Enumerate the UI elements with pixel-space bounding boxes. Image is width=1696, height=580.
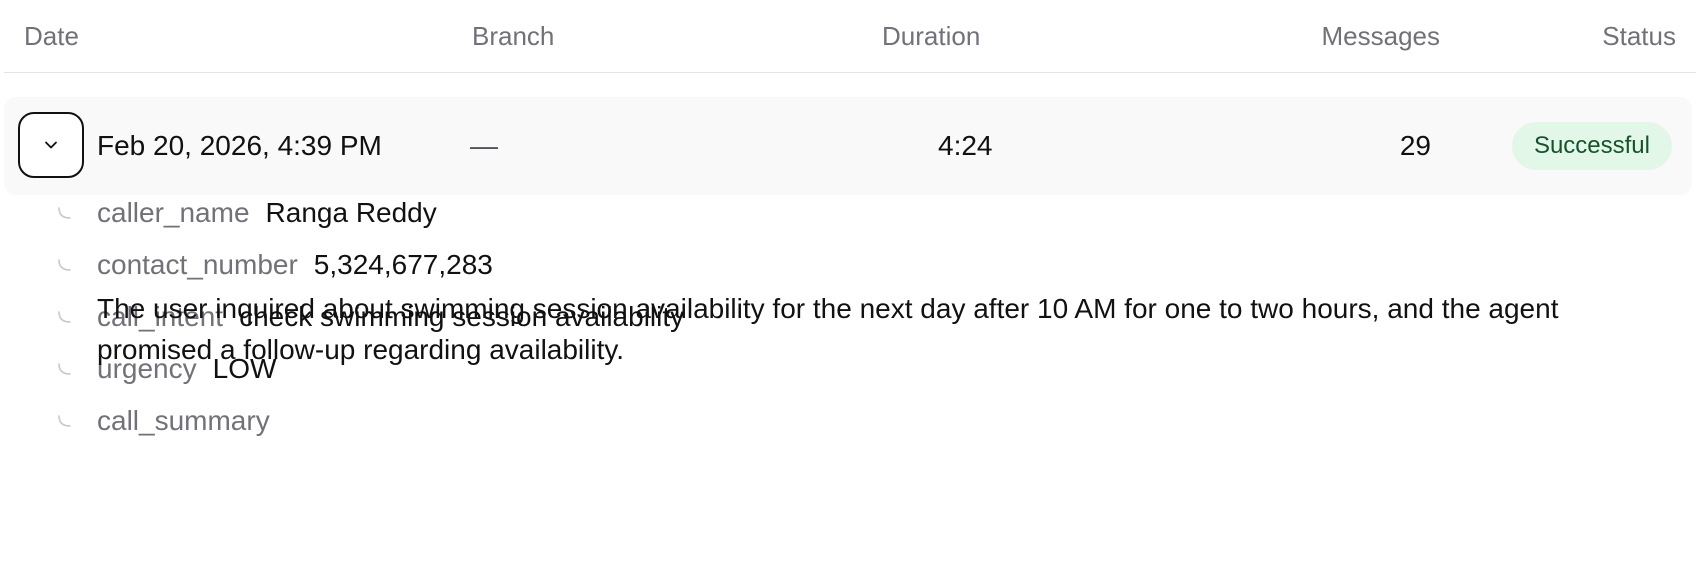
- column-header-status[interactable]: Status: [1602, 20, 1676, 52]
- branch-corner-icon: [58, 363, 71, 375]
- detail-value: 5,324,677,283: [313, 249, 493, 280]
- branch-corner-icon: [58, 207, 71, 219]
- branch-corner-icon: [58, 311, 71, 323]
- column-header-messages[interactable]: Messages: [1322, 20, 1441, 52]
- detail-key: caller_name: [97, 197, 250, 228]
- column-header-branch[interactable]: Branch: [472, 20, 554, 52]
- call-messages-count: 29: [1399, 130, 1431, 161]
- status-badge: Successful: [1511, 122, 1672, 170]
- branch-corner-icon: [58, 415, 71, 427]
- table-row[interactable]: Feb 20, 2026, 4:39 PM — 4:24 29 Successf…: [4, 97, 1692, 195]
- expand-row-button[interactable]: [18, 112, 84, 178]
- detail-key: call_summary: [97, 405, 270, 436]
- call-branch: —: [470, 130, 498, 161]
- call-date: Feb 20, 2026, 4:39 PM: [97, 130, 382, 161]
- branch-corner-icon: [58, 259, 71, 271]
- chevron-down-icon: [45, 141, 57, 149]
- detail-value: Ranga Reddy: [265, 197, 437, 228]
- call-duration: 4:24: [938, 130, 993, 161]
- detail-key: contact_number: [97, 249, 298, 280]
- call-summary-text: The user inquired about swimming session…: [97, 293, 1559, 365]
- column-header-date[interactable]: Date: [24, 20, 79, 52]
- table-header: Date Branch Duration Messages Status: [4, 0, 1696, 73]
- calls-table: Date Branch Duration Messages Status Feb…: [4, 0, 1696, 436]
- column-header-duration[interactable]: Duration: [882, 20, 980, 52]
